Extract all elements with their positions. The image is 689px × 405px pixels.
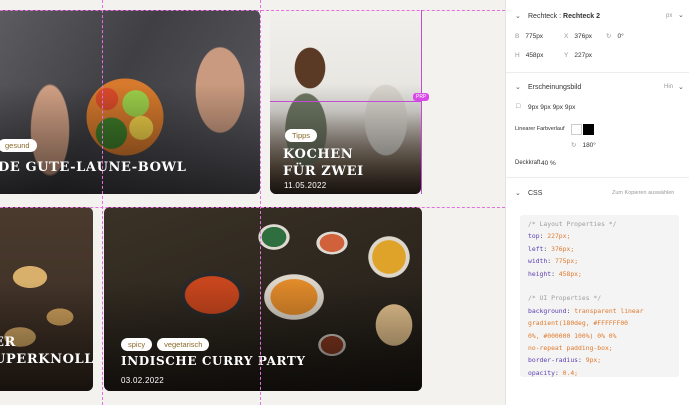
card-shade (0, 83, 260, 194)
rect-section: ⌄ Rechteck : Rechteck 2 px ⌄ B 775px X 376… (506, 0, 689, 73)
rotation-field[interactable]: ↻ 0° (606, 32, 624, 40)
inspector-panel: ⌄ Rechteck : Rechteck 2 px ⌄ B 775px X 376… (505, 0, 689, 405)
chevron-down-icon[interactable]: ⌄ (515, 83, 521, 91)
tag[interactable]: vegetarisch (157, 338, 210, 351)
selection-edge[interactable] (270, 101, 421, 102)
tag[interactable]: spicy (121, 338, 153, 351)
card-shade (104, 280, 422, 391)
rect-prefix: Rechteck : (528, 13, 562, 20)
chevron-down-icon[interactable]: ⌄ (515, 189, 521, 197)
css-title: CSS (528, 190, 543, 197)
copy-hint: Zum Kopieren auswählen (612, 190, 675, 196)
blend-mode-select[interactable]: Hin (664, 84, 673, 90)
corner-radius-icon: □ (516, 103, 521, 110)
width-field[interactable]: B 775px (515, 33, 543, 40)
card-curry-party[interactable]: spicy vegetarisch INDISCHE CURRY PARTY 0… (104, 207, 422, 391)
rotate-icon: ↻ (606, 33, 612, 40)
card-title: KOCHEN FÜR ZWEI (283, 147, 364, 179)
chevron-down-icon[interactable]: ⌄ (678, 11, 684, 19)
tag[interactable]: Tipps (285, 129, 318, 142)
card-gute-laune-bowl[interactable]: gesund DE GUTE-LAUNE-BOWL (0, 10, 260, 194)
gradient-color-start[interactable] (571, 124, 582, 135)
height-field[interactable]: H 458px (515, 52, 543, 59)
gradient-angle-field[interactable]: ↻ 180° (571, 141, 596, 149)
rotate-icon: ↻ (571, 142, 577, 149)
selection-edge[interactable] (421, 10, 422, 194)
opacity-field[interactable]: 40 % (541, 160, 556, 167)
guide-line (0, 10, 505, 11)
appearance-section: ⌄ Erscheinungsbild Hin ⌄ □ 9px 9px 9px 9… (506, 73, 689, 178)
card-title: DE GUTE-LAUNE-BOWL (0, 160, 187, 175)
chevron-down-icon[interactable]: ⌄ (678, 83, 684, 91)
tag-list: Tipps (285, 129, 318, 142)
rect-title: Rechteck : Rechteck 2 (528, 13, 600, 20)
appearance-title: Erscheinungsbild (528, 84, 582, 91)
card-date: 03.02.2022 (121, 376, 165, 385)
opacity-label: Deckkraft (515, 160, 541, 166)
card-date: 11.05.2022 (284, 181, 327, 190)
x-field[interactable]: X 376px (564, 33, 592, 40)
guide-line (0, 207, 505, 208)
gradient-color-end[interactable] (583, 124, 594, 135)
chevron-down-icon[interactable]: ⌄ (515, 12, 521, 20)
selection-badge: PRP (413, 93, 430, 101)
y-field[interactable]: Y 227px (564, 52, 592, 59)
card-kochen-fuer-zwei[interactable]: Tipps KOCHEN FÜR ZWEI 11.05.2022 (270, 10, 421, 194)
rect-name[interactable]: Rechteck 2 (563, 13, 600, 20)
design-canvas[interactable]: gesund DE GUTE-LAUNE-BOWL Tipps KOCHEN F… (0, 0, 505, 405)
tag-list: gesund (0, 139, 37, 152)
card-superknolle[interactable]: ER UPERKNOLLE (0, 207, 93, 391)
css-code-block[interactable]: /* Layout Properties */ top: 227px; left… (520, 215, 679, 377)
card-title: INDISCHE CURRY PARTY (121, 354, 306, 368)
gradient-type-label[interactable]: Linearer Farbverlauf (515, 126, 565, 132)
tag[interactable]: gesund (0, 139, 37, 152)
corner-radius-field[interactable]: 9px 9px 9px 9px (528, 104, 575, 111)
guide-line (102, 0, 103, 405)
unit-select[interactable]: px (666, 13, 672, 19)
tag-list: spicy vegetarisch (121, 338, 210, 351)
guide-line (260, 0, 261, 405)
card-title: ER UPERKNOLLE (0, 335, 93, 367)
